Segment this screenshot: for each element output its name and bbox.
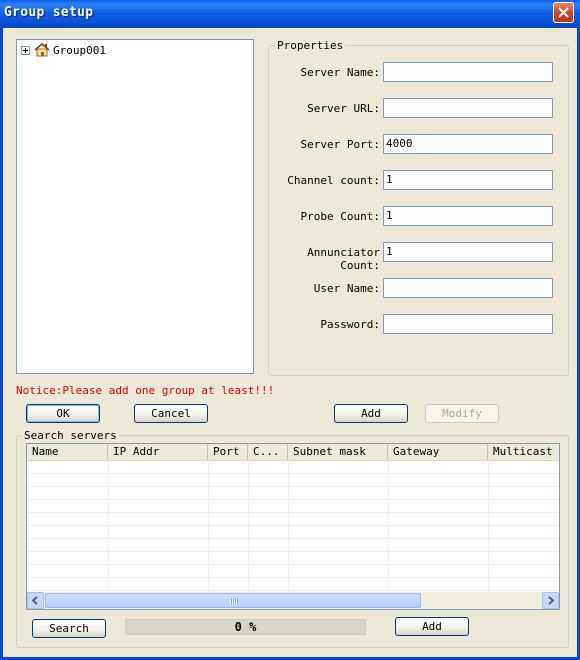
- add-button[interactable]: Add: [334, 404, 408, 423]
- grid-row-line: [27, 590, 559, 591]
- column-header-multicast[interactable]: Multicast a: [488, 444, 559, 460]
- scroll-right-button[interactable]: [542, 592, 559, 609]
- probe-count-label: Probe Count:: [300, 210, 380, 223]
- grid-column-line: [388, 460, 389, 592]
- password-label: Password:: [320, 318, 380, 331]
- column-header-name[interactable]: Name: [27, 444, 108, 460]
- column-header-ip-addr[interactable]: IP Addr: [108, 444, 208, 460]
- column-header-channel[interactable]: C...: [248, 444, 288, 460]
- grid-row-line: [27, 577, 559, 578]
- user-name-input[interactable]: [383, 278, 553, 298]
- server-name-input[interactable]: [383, 62, 553, 82]
- search-button[interactable]: Search: [32, 619, 106, 638]
- arrow-right-icon: [548, 596, 555, 605]
- grid-row-line: [27, 551, 559, 552]
- group-setup-dialog: Group setup Group001 Properties Server N…: [0, 0, 580, 660]
- grid-row-line: [27, 486, 559, 487]
- tree-item-label: Group001: [53, 43, 106, 57]
- server-url-input[interactable]: [383, 98, 553, 118]
- search-add-button[interactable]: Add: [395, 617, 469, 636]
- column-header-gateway[interactable]: Gateway: [388, 444, 488, 460]
- close-icon: [558, 7, 569, 18]
- grid-column-line: [208, 460, 209, 592]
- server-port-label: Server Port:: [300, 138, 380, 151]
- close-button[interactable]: [553, 2, 574, 23]
- grid-column-line: [488, 460, 489, 592]
- title-bar[interactable]: Group setup: [0, 0, 580, 28]
- server-name-label: Server Name:: [300, 66, 380, 79]
- user-name-label: User Name:: [313, 282, 380, 295]
- window-title: Group setup: [4, 5, 94, 20]
- grid-row-line: [27, 512, 559, 513]
- cancel-button[interactable]: Cancel: [134, 404, 208, 423]
- group-tree[interactable]: Group001: [16, 39, 254, 374]
- scroll-left-button[interactable]: [27, 592, 44, 609]
- grid-row-line: [27, 499, 559, 500]
- grid-row-line: [27, 525, 559, 526]
- progress-text: 0 %: [234, 620, 257, 634]
- ok-button[interactable]: OK: [26, 404, 100, 423]
- column-header-port[interactable]: Port: [208, 444, 248, 460]
- channel-count-input[interactable]: 1: [383, 170, 553, 190]
- grid-row-line: [27, 473, 559, 474]
- tree-item-group001[interactable]: Group001: [21, 43, 106, 57]
- grid-row-line: [27, 538, 559, 539]
- server-list-header: Name IP Addr Port C... Subnet mask Gatew…: [27, 444, 559, 461]
- expand-plus-icon[interactable]: [21, 45, 30, 55]
- server-port-input[interactable]: 4000: [383, 134, 553, 154]
- password-input[interactable]: [383, 314, 553, 334]
- grid-row-line: [27, 564, 559, 565]
- probe-count-input[interactable]: 1: [383, 206, 553, 226]
- scroll-grip: [230, 598, 238, 604]
- modify-button: Modify: [425, 404, 499, 423]
- grid-column-line: [288, 460, 289, 592]
- horizontal-scrollbar[interactable]: [27, 592, 559, 609]
- search-servers-legend: Search servers: [22, 429, 119, 442]
- grid-column-line: [248, 460, 249, 592]
- annunciator-count-label: Annunciator Count:: [307, 246, 380, 272]
- channel-count-label: Channel count:: [287, 174, 380, 187]
- grid-column-line: [108, 460, 109, 592]
- server-url-label: Server URL:: [307, 102, 380, 115]
- properties-legend: Properties: [275, 39, 346, 52]
- scroll-thumb[interactable]: [45, 593, 421, 608]
- annunciator-count-input[interactable]: 1: [383, 242, 553, 262]
- column-header-subnet-mask[interactable]: Subnet mask: [288, 444, 388, 460]
- arrow-left-icon: [31, 596, 38, 605]
- house-icon: [34, 43, 50, 57]
- notice-text: Notice:Please add one group at least!!!: [16, 384, 275, 397]
- search-progress-bar: 0 %: [125, 619, 366, 635]
- server-list[interactable]: Name IP Addr Port C... Subnet mask Gatew…: [26, 443, 560, 610]
